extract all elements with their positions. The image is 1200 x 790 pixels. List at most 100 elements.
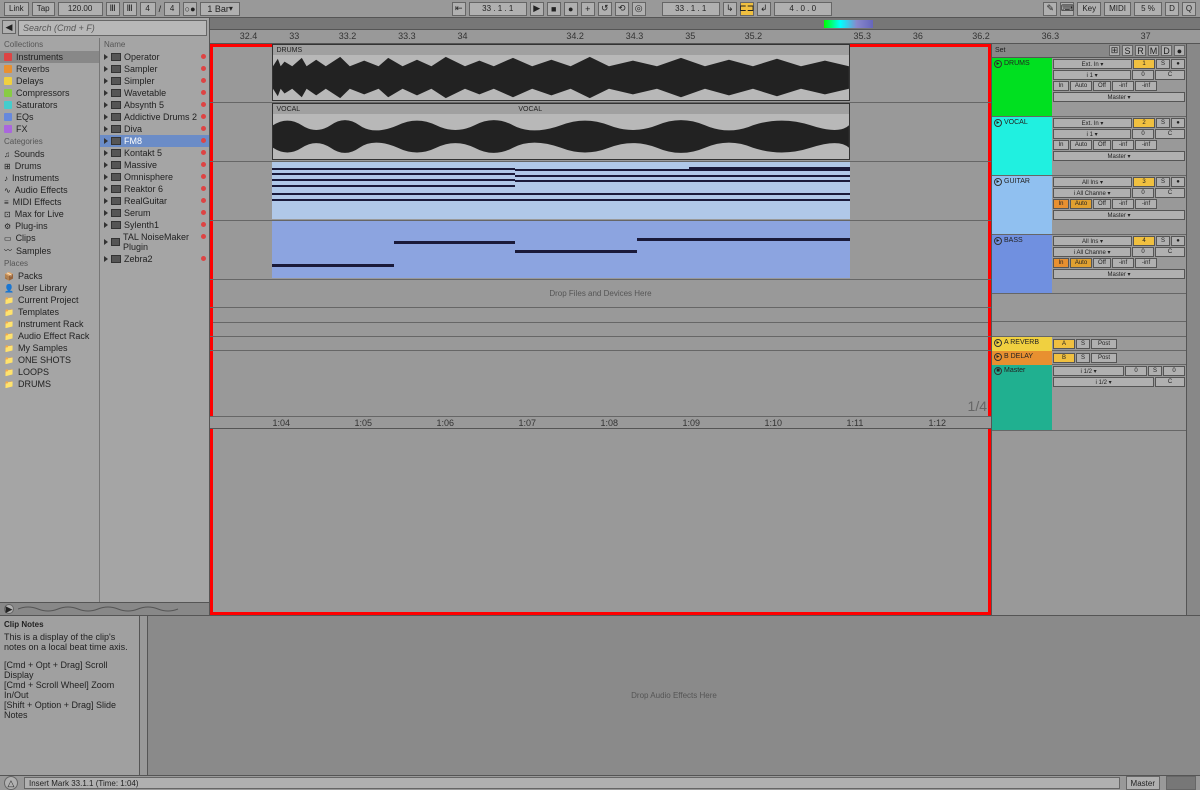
device-item[interactable]: Wavetable bbox=[100, 87, 209, 99]
track-name[interactable]: ▸DRUMS bbox=[992, 58, 1052, 69]
loop-start[interactable]: 33 . 1 . 1 bbox=[662, 2, 720, 16]
overdub-icon[interactable]: + bbox=[581, 2, 595, 16]
track-lane-return-b[interactable] bbox=[210, 337, 991, 351]
track-lane-vocal[interactable]: VOCAL VOCAL bbox=[210, 103, 991, 162]
return-play-icon[interactable]: ▸ bbox=[994, 339, 1002, 347]
master-out-2[interactable]: ⅰ 1/2 ▾ bbox=[1053, 377, 1154, 387]
preview-play-icon[interactable]: ▶ bbox=[4, 604, 14, 614]
return-solo[interactable]: S bbox=[1076, 339, 1090, 349]
drop-zone[interactable]: Drop Files and Devices Here bbox=[210, 280, 991, 308]
expand-icon[interactable] bbox=[104, 239, 108, 245]
master-cue[interactable]: C bbox=[1155, 377, 1185, 387]
device-item[interactable]: Addictive Drums 2 bbox=[100, 111, 209, 123]
browser-back-icon[interactable]: ◀ bbox=[2, 20, 16, 34]
midi-map-button[interactable]: MIDI bbox=[1104, 2, 1131, 16]
place-my-samples[interactable]: 📁 My Samples bbox=[0, 342, 99, 354]
play-icon[interactable]: ▶ bbox=[530, 2, 544, 16]
collection-delays[interactable]: Delays bbox=[0, 75, 99, 87]
mixer-section-icon[interactable]: M bbox=[1148, 45, 1159, 56]
device-item[interactable]: Sylenth1 bbox=[100, 219, 209, 231]
send-amount[interactable]: 1 bbox=[1133, 59, 1155, 69]
track-lane-guitar[interactable] bbox=[210, 162, 991, 221]
clip-header-2[interactable]: VOCAL bbox=[515, 104, 545, 114]
return-header[interactable]: ▸B DELAY bbox=[992, 351, 1052, 365]
output-routing[interactable]: Master ▾ bbox=[1053, 151, 1185, 161]
send-value[interactable]: 0 bbox=[1132, 70, 1154, 80]
clip-header[interactable]: VOCAL bbox=[273, 104, 849, 114]
monitor-auto[interactable]: Auto bbox=[1070, 199, 1092, 209]
cat-instruments[interactable]: ♪ Instruments bbox=[0, 172, 99, 184]
disk-overload-d[interactable]: D bbox=[1165, 2, 1179, 16]
monitor-auto[interactable]: Auto bbox=[1070, 258, 1092, 268]
solo-button[interactable]: S bbox=[1156, 59, 1170, 69]
capture-icon[interactable]: ◎ bbox=[632, 2, 646, 16]
master-solo[interactable]: S bbox=[1148, 366, 1162, 376]
output-routing[interactable]: Master ▾ bbox=[1053, 269, 1185, 279]
bar-ruler[interactable]: 32.43333.233.33434.234.33535.235.33636.2… bbox=[210, 30, 1200, 44]
io-section-icon[interactable]: ⊞ bbox=[1109, 45, 1120, 56]
track-play-icon[interactable]: ▸ bbox=[994, 237, 1002, 245]
tempo-field[interactable]: 120.00 bbox=[58, 2, 103, 16]
track-lane-bass[interactable] bbox=[210, 221, 991, 280]
expand-icon[interactable] bbox=[104, 54, 108, 60]
send-value[interactable]: 0 bbox=[1132, 129, 1154, 139]
beat-time-ruler[interactable]: 1:041:051:061:071:081:091:101:111:12 bbox=[210, 417, 991, 429]
reenable-automation-icon[interactable]: ⟲ bbox=[615, 2, 629, 16]
return-send[interactable]: B bbox=[1053, 353, 1075, 363]
place-packs[interactable]: 📦 Packs bbox=[0, 270, 99, 282]
tempo-nudge-down-icon[interactable]: Ⅲ bbox=[106, 2, 120, 16]
loop-switch-icon[interactable]: ⊏⊐ bbox=[740, 2, 754, 16]
expand-icon[interactable] bbox=[104, 222, 108, 228]
input-type[interactable]: Ext. In ▾ bbox=[1053, 59, 1132, 69]
device-item[interactable]: Operator bbox=[100, 51, 209, 63]
clip-guitar[interactable] bbox=[272, 162, 850, 219]
clip-vocal[interactable]: VOCAL VOCAL bbox=[272, 103, 850, 160]
collection-instruments[interactable]: Instruments bbox=[0, 51, 99, 63]
monitor-off[interactable]: Off bbox=[1093, 140, 1111, 150]
device-drop-area[interactable]: Drop Audio Effects Here bbox=[148, 616, 1200, 775]
expand-icon[interactable] bbox=[104, 256, 108, 262]
rec-arm-icon[interactable]: ● bbox=[1171, 118, 1185, 128]
monitor-in[interactable]: In bbox=[1053, 199, 1069, 209]
monitor-off[interactable]: Off bbox=[1093, 199, 1111, 209]
place-drums[interactable]: 📁 DRUMS bbox=[0, 378, 99, 390]
place-audio-effect-rack[interactable]: 📁 Audio Effect Rack bbox=[0, 330, 99, 342]
metronome-icon[interactable]: ○● bbox=[183, 2, 197, 16]
cat-audio-effects[interactable]: ∿ Audio Effects bbox=[0, 184, 99, 196]
expand-icon[interactable] bbox=[104, 186, 108, 192]
clip-bass[interactable] bbox=[272, 221, 850, 278]
return-solo[interactable]: S bbox=[1076, 353, 1090, 363]
return-send[interactable]: A bbox=[1053, 339, 1075, 349]
punch-out-icon[interactable]: ↲ bbox=[757, 2, 771, 16]
place-current-project[interactable]: 📁 Current Project bbox=[0, 294, 99, 306]
cat-clips[interactable]: ▭ Clips bbox=[0, 232, 99, 244]
send-amount[interactable]: 4 bbox=[1133, 236, 1155, 246]
cue-button[interactable]: C bbox=[1155, 188, 1185, 198]
vertical-scrollbar[interactable] bbox=[1186, 44, 1200, 615]
delay-section-icon[interactable]: D bbox=[1161, 45, 1172, 56]
track-name[interactable]: ▸VOCAL bbox=[992, 117, 1052, 128]
collection-saturators[interactable]: Saturators bbox=[0, 99, 99, 111]
collection-compressors[interactable]: Compressors bbox=[0, 87, 99, 99]
return-header[interactable]: ▸A REVERB bbox=[992, 337, 1052, 351]
place-loops[interactable]: 📁 LOOPS bbox=[0, 366, 99, 378]
sig-numerator[interactable]: 4 bbox=[140, 2, 156, 16]
input-type[interactable]: All Ins ▾ bbox=[1053, 236, 1132, 246]
expand-icon[interactable] bbox=[104, 150, 108, 156]
returns-section-icon[interactable]: R bbox=[1135, 45, 1146, 56]
search-input[interactable]: Search (Cmd + F) bbox=[18, 20, 207, 36]
expand-icon[interactable] bbox=[104, 174, 108, 180]
preview-waveform[interactable]: ▶ bbox=[0, 602, 209, 615]
device-item[interactable]: Diva bbox=[100, 123, 209, 135]
place-one-shots[interactable]: 📁 ONE SHOTS bbox=[0, 354, 99, 366]
monitor-in[interactable]: In bbox=[1053, 258, 1069, 268]
input-type[interactable]: Ext. In ▾ bbox=[1053, 118, 1132, 128]
device-item[interactable]: RealGuitar bbox=[100, 195, 209, 207]
monitor-off[interactable]: Off bbox=[1093, 258, 1111, 268]
overview-region[interactable] bbox=[824, 20, 874, 28]
computer-midi-icon[interactable]: ⌨ bbox=[1060, 2, 1074, 16]
expand-icon[interactable] bbox=[104, 66, 108, 72]
expand-icon[interactable] bbox=[104, 126, 108, 132]
draw-mode-icon[interactable]: ✎ bbox=[1043, 2, 1057, 16]
track-play-icon[interactable]: ▸ bbox=[994, 119, 1002, 127]
